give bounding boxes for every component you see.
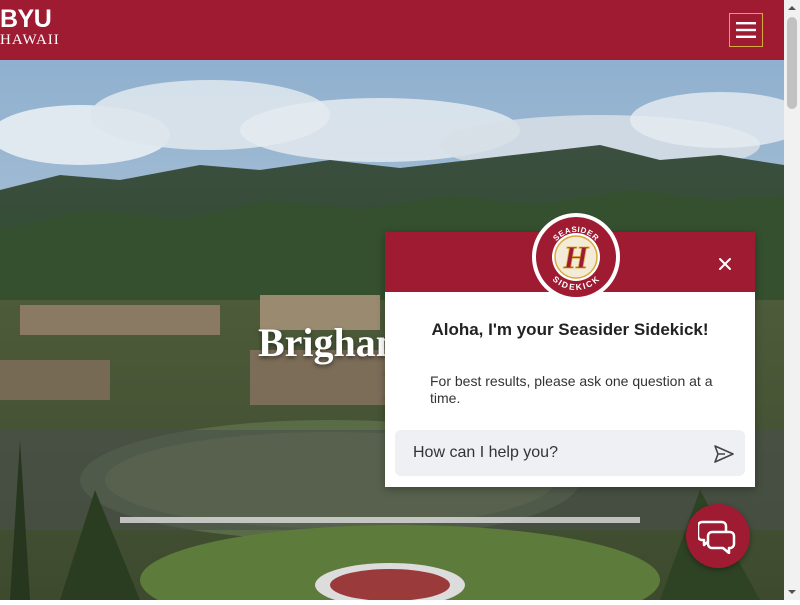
scroll-down-arrow-icon[interactable] [784, 584, 800, 600]
chat-launcher-button[interactable] [686, 504, 750, 568]
byu-hawaii-logo[interactable]: BYU HAWAII [0, 6, 72, 54]
seasider-sidekick-logo: H SEASIDER SIDEKICK [532, 213, 620, 301]
page-scrollbar[interactable] [784, 0, 800, 600]
scroll-up-arrow-icon[interactable] [784, 0, 800, 16]
close-icon [719, 258, 731, 270]
chat-input-box [395, 430, 745, 476]
logo-top-text: BYU [0, 5, 52, 33]
scrollbar-thumb[interactable] [787, 17, 797, 109]
chat-widget: H SEASIDER SIDEKICK Aloha, I'm your Seas… [385, 213, 755, 487]
send-button[interactable] [713, 443, 735, 465]
hamburger-menu-icon [736, 22, 756, 38]
logo-bottom-text: HAWAII [0, 32, 60, 48]
chat-message-input[interactable] [413, 443, 703, 463]
send-icon [714, 445, 734, 463]
chat-hint-text: For best results, please ask one questio… [430, 373, 713, 406]
chat-close-button[interactable] [715, 254, 735, 274]
site-header: BYU HAWAII [0, 0, 784, 60]
svg-text:H: H [563, 239, 590, 275]
chat-greeting: Aloha, I'm your Seasider Sidekick! [431, 320, 709, 339]
menu-button[interactable] [729, 13, 763, 47]
chat-bubbles-icon [698, 520, 736, 554]
